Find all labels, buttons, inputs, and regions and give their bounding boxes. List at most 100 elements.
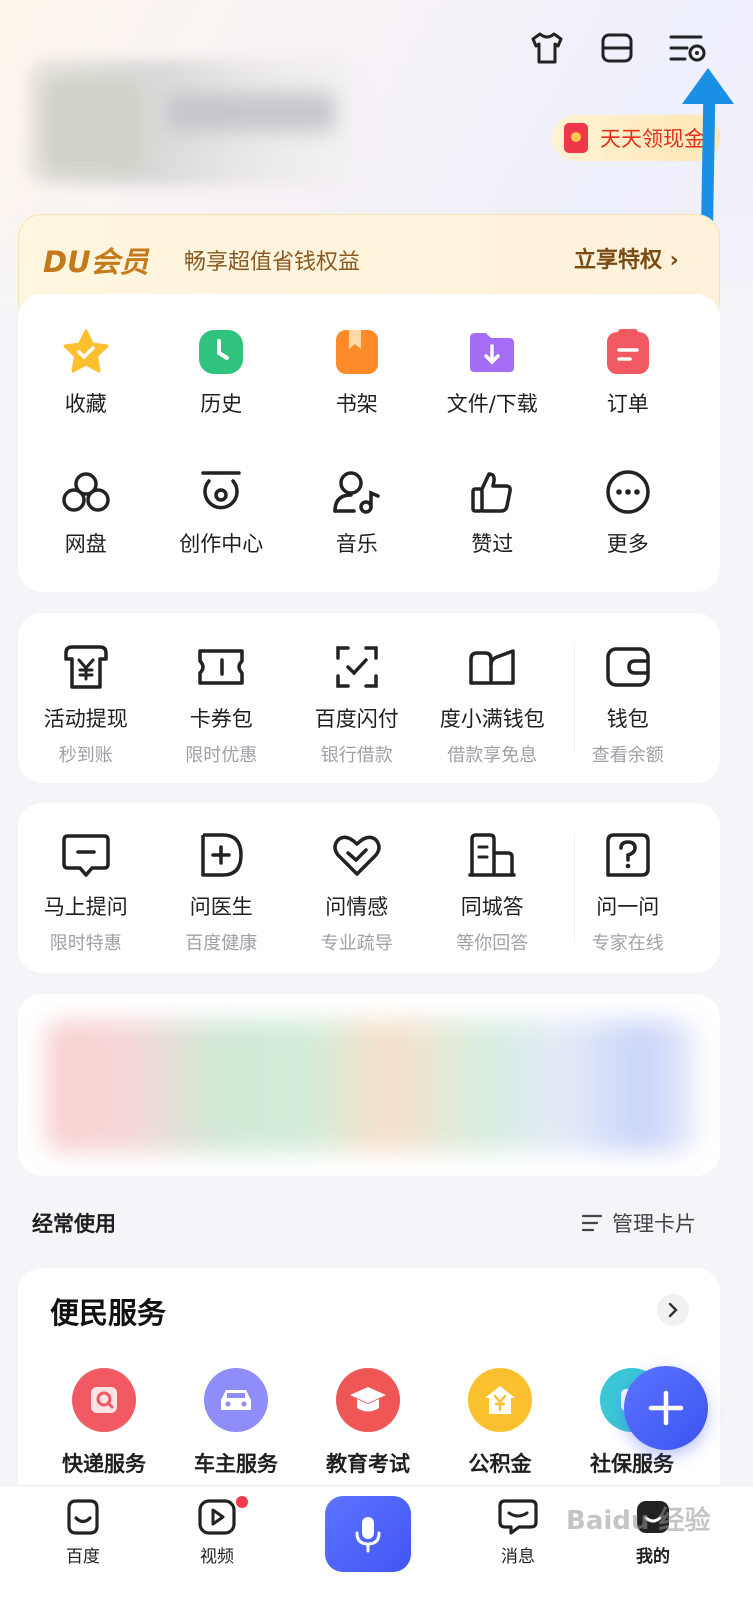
shortcut-music[interactable]: 音乐 xyxy=(289,466,425,558)
shortcut-label: 书架 xyxy=(335,392,378,416)
tab-baidu[interactable]: 百度 xyxy=(38,1498,128,1567)
express-icon xyxy=(72,1368,136,1432)
shortcut-downloads[interactable]: 文件/下载 xyxy=(425,326,561,418)
avatar[interactable] xyxy=(44,78,144,173)
ask-doctor[interactable]: 问医生 百度健康 xyxy=(154,829,290,955)
shortcuts-card: 收藏 历史 书架 文件/下载 订单 网盘 创作中心 音乐 赞过 更多 xyxy=(18,294,720,592)
finance-quick-pay[interactable]: 百度闪付 银行借款 xyxy=(289,641,425,767)
ask-sublabel: 专家在线 xyxy=(591,933,664,954)
clock-icon xyxy=(195,326,247,378)
ask-sublabel: 百度健康 xyxy=(185,933,258,954)
service-housing-fund[interactable]: 公积金 xyxy=(434,1368,566,1478)
du-member-action[interactable]: 立享特权 › xyxy=(574,242,679,274)
finance-sublabel: 秒到账 xyxy=(58,745,113,766)
mic-icon xyxy=(355,1517,381,1553)
finance-label: 活动提现 xyxy=(43,707,128,731)
user-name xyxy=(165,92,335,132)
finance-card: 活动提现 秒到账 卡券包 限时优惠 百度闪付 银行借款 度小满钱包 借款享免息 xyxy=(18,613,720,783)
message-icon xyxy=(498,1499,538,1535)
cash-withdraw-icon xyxy=(60,641,112,693)
manage-cards-button[interactable]: 管理卡片 xyxy=(582,1208,696,1238)
notification-dot xyxy=(236,1496,248,1508)
tab-messages[interactable]: 消息 xyxy=(473,1498,563,1567)
shortcut-label: 更多 xyxy=(606,532,649,556)
list-icon xyxy=(582,1214,602,1232)
shortcut-history[interactable]: 历史 xyxy=(154,326,290,418)
shortcut-label: 订单 xyxy=(606,392,649,416)
shortcut-label: 网盘 xyxy=(64,532,107,556)
finance-sublabel: 查看余额 xyxy=(591,745,664,766)
add-fab-button[interactable] xyxy=(624,1366,708,1450)
ask-local[interactable]: 同城答 等你回答 xyxy=(425,829,561,955)
tshirt-icon[interactable] xyxy=(527,28,567,68)
finance-sublabel: 限时优惠 xyxy=(185,745,258,766)
ask-label: 问一问 xyxy=(596,895,660,919)
heart-icon xyxy=(331,829,383,881)
shortcut-label: 文件/下载 xyxy=(446,392,538,416)
order-icon xyxy=(602,326,654,378)
finance-sublabel: 银行借款 xyxy=(320,745,393,766)
tab-label: 视频 xyxy=(200,1547,234,1567)
ask-label: 问医生 xyxy=(189,895,253,919)
shortcut-favorites[interactable]: 收藏 xyxy=(18,326,154,418)
manage-cards-label: 管理卡片 xyxy=(612,1212,696,1236)
tab-label: 我的 xyxy=(636,1547,670,1567)
shortcut-creator[interactable]: 创作中心 xyxy=(154,466,290,558)
service-label: 快递服务 xyxy=(62,1452,146,1476)
daily-cash-label: 天天领现金 xyxy=(600,127,705,151)
tab-label: 消息 xyxy=(501,1547,535,1567)
scan-icon[interactable] xyxy=(597,28,637,68)
creator-icon xyxy=(195,466,247,518)
quick-pay-icon xyxy=(331,641,383,693)
shortcut-liked[interactable]: 赞过 xyxy=(425,466,561,558)
ask-label: 马上提问 xyxy=(43,895,128,919)
daily-cash-button[interactable]: 天天领现金 xyxy=(552,115,720,161)
service-car[interactable]: 车主服务 xyxy=(170,1368,302,1478)
finance-coupons[interactable]: 卡券包 限时优惠 xyxy=(154,641,290,767)
settings-menu-icon[interactable] xyxy=(668,28,708,68)
finance-sublabel: 借款享免息 xyxy=(447,745,538,766)
graduation-cap-icon xyxy=(336,1368,400,1432)
shortcut-label: 音乐 xyxy=(335,532,378,556)
chevron-right-icon[interactable] xyxy=(657,1294,689,1326)
more-icon xyxy=(602,466,654,518)
video-icon xyxy=(198,1499,236,1535)
shortcut-more[interactable]: 更多 xyxy=(560,466,696,558)
thumbs-up-icon xyxy=(466,466,518,518)
building-icon xyxy=(466,829,518,881)
service-express[interactable]: 快递服务 xyxy=(38,1368,170,1478)
shortcut-label: 赞过 xyxy=(471,532,514,556)
blurred-banner xyxy=(46,1020,696,1152)
service-education[interactable]: 教育考试 xyxy=(302,1368,434,1478)
shortcut-orders[interactable]: 订单 xyxy=(560,326,696,418)
tab-label: 百度 xyxy=(66,1547,100,1567)
housing-fund-icon xyxy=(468,1368,532,1432)
finance-dxm-wallet[interactable]: 度小满钱包 借款享免息 xyxy=(425,641,561,767)
music-icon xyxy=(331,466,383,518)
watermark: Baidu 经验 xyxy=(566,1506,711,1536)
doctor-icon xyxy=(195,829,247,881)
ask-label: 问情感 xyxy=(325,895,389,919)
shortcut-label: 创作中心 xyxy=(179,532,264,556)
finance-cash-withdraw[interactable]: 活动提现 秒到账 xyxy=(18,641,154,767)
star-icon xyxy=(60,326,112,378)
plus-icon xyxy=(648,1390,684,1426)
ask-question-now[interactable]: 马上提问 限时特惠 xyxy=(18,829,154,955)
ask-expert[interactable]: 问一问 专家在线 xyxy=(560,829,696,955)
finance-wallet[interactable]: 钱包 查看余额 xyxy=(560,641,696,767)
question-icon xyxy=(602,829,654,881)
ask-label: 同城答 xyxy=(460,895,524,919)
du-member-logo: DU会员 xyxy=(43,245,149,279)
tab-video[interactable]: 视频 xyxy=(172,1498,262,1567)
ask-emotion[interactable]: 问情感 专业疏导 xyxy=(289,829,425,955)
shortcut-cloud-drive[interactable]: 网盘 xyxy=(18,466,154,558)
download-folder-icon xyxy=(466,326,518,378)
ask-bubble-icon xyxy=(60,829,112,881)
shortcut-label: 历史 xyxy=(200,392,243,416)
service-label: 教育考试 xyxy=(326,1452,410,1476)
service-label: 公积金 xyxy=(468,1452,532,1476)
finance-label: 钱包 xyxy=(606,707,649,731)
finance-label: 卡券包 xyxy=(189,707,253,731)
voice-search-button[interactable] xyxy=(325,1496,411,1572)
shortcut-bookshelf[interactable]: 书架 xyxy=(289,326,425,418)
